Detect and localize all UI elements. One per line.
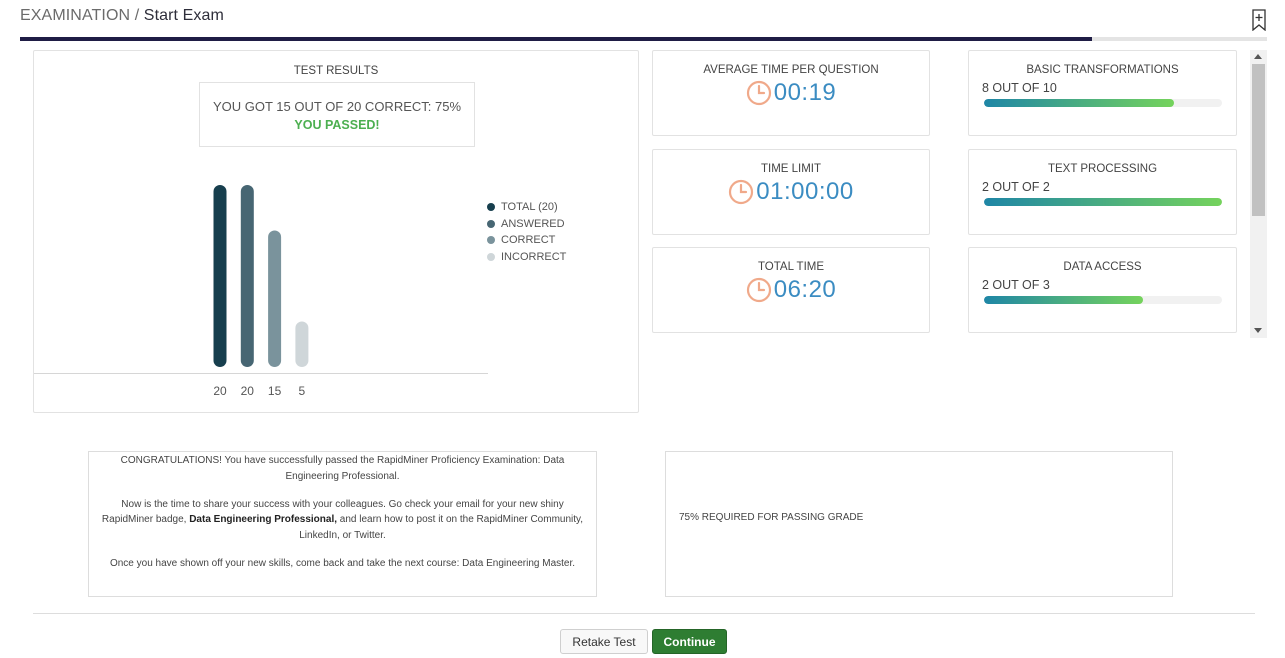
time-limit-card: TIME LIMIT 01:00:00 <box>652 149 930 235</box>
total-time-value: 06:20 <box>773 276 837 303</box>
passed-text: YOU PASSED! <box>294 118 380 132</box>
clock-icon <box>746 80 771 106</box>
topic-progress-fill <box>984 99 1175 107</box>
topic-card-data-access: DATA ACCESS 2 OUT OF 3 <box>968 247 1237 333</box>
bar-value-label: 20 <box>241 384 255 398</box>
continue-button[interactable]: Continue <box>652 629 727 654</box>
requirement-box: 75% REQUIRED FOR PASSING GRADE <box>665 451 1173 597</box>
bar-value-label: 20 <box>213 384 227 398</box>
divider <box>33 613 1255 614</box>
score-summary: YOU GOT 15 OUT OF 20 CORRECT: 75% YOU PA… <box>199 82 475 147</box>
bar-value-label: 15 <box>268 384 282 398</box>
breadcrumb-current: Start Exam <box>143 7 224 24</box>
topic-score: 2 OUT OF 3 <box>982 278 1050 292</box>
topic-title: DATA ACCESS <box>1063 261 1142 273</box>
legend-label: CORRECT <box>501 234 556 247</box>
avg-time-card: AVERAGE TIME PER QUESTION 00:19 <box>652 50 930 136</box>
legend-dot <box>487 236 495 245</box>
chart-legend: TOTAL (20) ANSWERED CORRECT INCORRECT <box>487 199 566 265</box>
legend-label: ANSWERED <box>501 217 565 230</box>
avg-time-title: AVERAGE TIME PER QUESTION <box>703 64 879 76</box>
message-paragraph: Once you have shown off your new skills,… <box>109 557 576 569</box>
legend-item: TOTAL (20) <box>487 199 566 216</box>
legend-label: TOTAL (20) <box>501 201 558 214</box>
scroll-thumb[interactable] <box>1252 64 1265 216</box>
breadcrumb-section[interactable]: EXAMINATION <box>20 7 130 24</box>
message-paragraph: Now is the time to share your success wi… <box>101 498 584 541</box>
avg-time-value: 00:19 <box>773 79 837 106</box>
legend-dot <box>487 203 495 212</box>
total-time-title: TOTAL TIME <box>757 261 825 273</box>
badge-name: Data Engineering Professional, <box>189 514 338 525</box>
test-results-title: TEST RESULTS <box>293 65 379 77</box>
chart-bar <box>240 185 254 367</box>
congratulations-message: CONGRATULATIONS! You have successfully p… <box>88 451 597 597</box>
results-bar-chart: 20 20 15 5 <box>34 185 488 398</box>
scroll-down-arrow-icon[interactable] <box>1254 328 1262 333</box>
topic-title: TEXT PROCESSING <box>1047 163 1158 175</box>
topic-card-text-processing: TEXT PROCESSING 2 OUT OF 2 <box>968 149 1237 235</box>
test-results-card: TEST RESULTS YOU GOT 15 OUT OF 20 CORREC… <box>33 50 639 413</box>
topic-card-basic-transformations: BASIC TRANSFORMATIONS 8 OUT OF 10 <box>968 50 1237 136</box>
breadcrumb-separator: / <box>134 7 140 24</box>
clock-icon <box>746 277 771 303</box>
retake-test-button[interactable]: Retake Test <box>560 629 648 654</box>
topic-score: 2 OUT OF 2 <box>982 180 1050 194</box>
legend-item: ANSWERED <box>487 216 566 233</box>
bar-value-label: 5 <box>299 384 306 398</box>
bookmark-add-icon[interactable] <box>1252 9 1266 31</box>
breadcrumb: EXAMINATION / Start Exam <box>20 7 224 25</box>
legend-item: CORRECT <box>487 232 566 249</box>
chart-bar <box>268 230 282 367</box>
chart-bar <box>295 321 309 367</box>
total-time-card: TOTAL TIME 06:20 <box>652 247 930 333</box>
time-limit-value: 01:00:00 <box>756 178 854 205</box>
message-paragraph: CONGRATULATIONS! You have successfully p… <box>120 455 565 482</box>
topic-progress-bar <box>984 198 1222 206</box>
exam-progress-bar <box>20 37 1267 41</box>
topic-title: BASIC TRANSFORMATIONS <box>1026 64 1179 76</box>
scrollbar[interactable] <box>1250 50 1267 338</box>
legend-dot <box>487 252 495 261</box>
legend-label: INCORRECT <box>501 250 567 263</box>
requirement-text: 75% REQUIRED FOR PASSING GRADE <box>679 512 864 523</box>
topic-progress-bar <box>984 296 1222 304</box>
chart-bar <box>213 185 227 367</box>
clock-icon <box>729 179 754 205</box>
legend-dot <box>487 219 495 228</box>
legend-item: INCORRECT <box>487 249 566 266</box>
topic-score: 8 OUT OF 10 <box>982 81 1057 95</box>
score-text: YOU GOT 15 OUT OF 20 CORRECT: 75% <box>212 99 462 114</box>
time-limit-title: TIME LIMIT <box>760 163 822 175</box>
topic-progress-fill <box>984 296 1143 304</box>
scroll-up-arrow-icon[interactable] <box>1254 54 1262 59</box>
topic-progress-fill <box>984 198 1222 206</box>
topic-progress-bar <box>984 99 1222 107</box>
exam-progress-fill <box>20 37 1093 41</box>
